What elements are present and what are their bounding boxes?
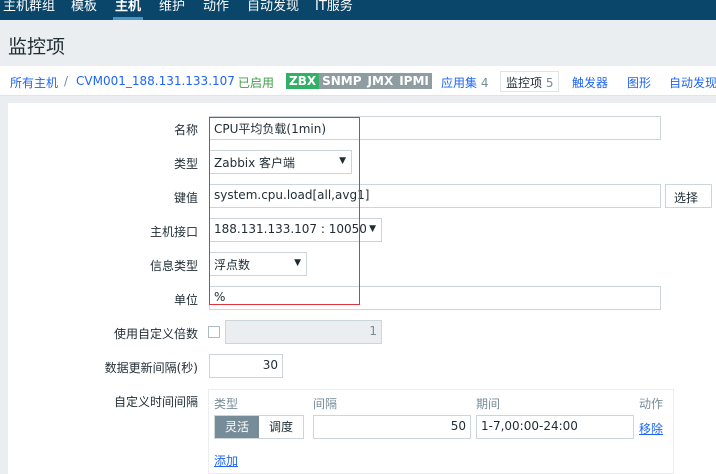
add-interval-link[interactable]: 添加 [214, 452, 238, 469]
tab-graphs[interactable]: 图形 [627, 74, 651, 91]
key-input[interactable]: system.cpu.load[all,avg1] [209, 184, 661, 208]
info-type-select[interactable]: 浮点数 ▼ [209, 252, 307, 276]
custom-intervals-header-type: 类型 [214, 397, 239, 411]
tab-items-count: 5 [545, 76, 554, 90]
ipmi-badge: IPMI [396, 73, 432, 89]
nav-tab-maintenance[interactable]: 维护 [159, 0, 185, 20]
interval-mode-toggle: 灵活 调度 [214, 415, 305, 439]
custom-intervals-header-action: 动作 [639, 397, 664, 411]
breadcrumb-separator: / [64, 74, 69, 88]
mode-scheduling-button[interactable]: 调度 [259, 416, 304, 438]
interface-label: 主机接口 [149, 225, 198, 239]
multiplier-label: 使用自定义倍数 [113, 327, 198, 341]
dropdown-arrow-icon: ▼ [339, 156, 346, 166]
nav-tab-host-groups[interactable]: 主机群组 [3, 0, 55, 20]
custom-intervals-header-interval: 间隔 [313, 397, 338, 411]
availability-badges: ZBX SNMP JMX IPMI [286, 73, 432, 89]
tab-items[interactable]: 监控项 5 [500, 71, 560, 92]
host-status-enabled[interactable]: 已启用 [238, 74, 274, 91]
tab-triggers[interactable]: 触发器 [572, 74, 608, 91]
interface-select[interactable]: 188.131.133.107 : 10050 ▼ [209, 218, 382, 242]
nav-tab-it-services[interactable]: IT服务 [315, 0, 353, 20]
interface-select-value: 188.131.133.107 : 10050 [214, 222, 367, 236]
tab-items-label: 监控项 [506, 76, 543, 90]
top-navigation: 主机群组 模板 主机 维护 动作 自动发现 IT服务 [0, 0, 716, 20]
dropdown-arrow-icon: ▼ [294, 258, 301, 268]
page-title: 监控项 [8, 36, 66, 58]
tab-discovery-rules[interactable]: 自动发现 [669, 74, 716, 91]
jmx-badge: JMX [364, 73, 397, 89]
nav-tab-actions[interactable]: 动作 [203, 0, 229, 20]
name-input[interactable]: CPU平均负载(1min) [209, 116, 661, 140]
type-select-value: Zabbix 客户端 [214, 156, 296, 170]
nav-tab-templates[interactable]: 模板 [71, 0, 97, 20]
nav-tab-discovery[interactable]: 自动发现 [247, 0, 299, 20]
breadcrumb: 所有主机 / CVM001_188.131.133.107 已启用 ZBX SN… [0, 66, 716, 96]
mode-flexible-button[interactable]: 灵活 [215, 416, 260, 438]
snmp-badge: SNMP [319, 73, 365, 89]
units-label: 单位 [173, 293, 198, 307]
multiplier-input[interactable]: 1 [225, 320, 382, 344]
dropdown-arrow-icon: ▼ [369, 224, 376, 234]
nav-tab-hosts[interactable]: 主机 [112, 0, 144, 20]
interval-label: 数据更新间隔(秒) [104, 361, 198, 375]
type-select[interactable]: Zabbix 客户端 ▼ [209, 150, 352, 174]
tab-applications[interactable]: 应用集 4 [441, 74, 488, 91]
select-key-button[interactable]: 选择 [665, 184, 712, 208]
interval-input[interactable]: 30 [209, 354, 283, 378]
key-label: 键值 [173, 191, 198, 205]
custom-period-input[interactable]: 1-7,00:00-24:00 [476, 415, 634, 439]
units-input[interactable]: % [209, 286, 661, 310]
info-type-select-value: 浮点数 [214, 258, 251, 272]
tab-applications-count: 4 [480, 76, 489, 90]
zbx-badge: ZBX [286, 73, 320, 89]
multiplier-checkbox[interactable] [208, 326, 220, 338]
custom-intervals-header-period: 期间 [476, 397, 501, 411]
breadcrumb-all-hosts[interactable]: 所有主机 [10, 74, 58, 91]
custom-intervals-label: 自定义时间间隔 [113, 395, 198, 409]
breadcrumb-host[interactable]: CVM001_188.131.133.107 [76, 74, 235, 88]
info-type-label: 信息类型 [149, 259, 198, 273]
type-label: 类型 [173, 157, 198, 171]
tab-applications-label: 应用集 [441, 76, 478, 90]
name-label: 名称 [173, 123, 198, 137]
custom-interval-input[interactable]: 50 [313, 415, 471, 439]
remove-interval-link[interactable]: 移除 [639, 420, 663, 437]
